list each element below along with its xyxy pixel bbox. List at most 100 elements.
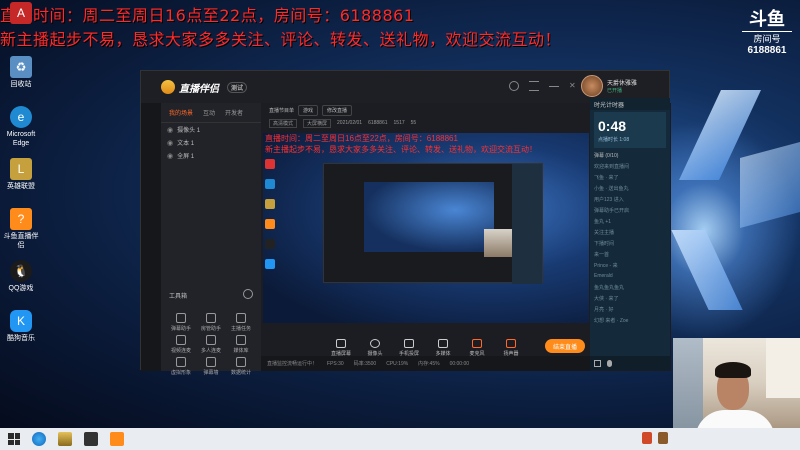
tool-danmu-wall[interactable]: 弹幕墙 bbox=[197, 357, 225, 376]
scene-panel: 我的场景 互动 开发者 ◉ 摄像头 1 ◉ 文本 1 ◉ 全屏 1 工具箱 弹幕助手 … bbox=[161, 103, 261, 376]
desktop-icon-label: Microsoft Edge bbox=[6, 131, 36, 147]
tab-developer[interactable]: 开发者 bbox=[225, 108, 243, 117]
chat-mic-icon[interactable] bbox=[607, 359, 612, 367]
app-name: 直播伴侣 bbox=[179, 83, 219, 95]
chat-message: 来一首 bbox=[594, 252, 610, 258]
nested-webcam bbox=[484, 229, 512, 257]
tool-media[interactable]: 媒体库 bbox=[227, 335, 255, 354]
microphone-button[interactable]: 麦克风 bbox=[466, 339, 488, 357]
chat-message: 飞鱼 · 来了 bbox=[594, 175, 619, 181]
desktop-icon-kugou[interactable]: K 酷狗音乐 bbox=[2, 310, 40, 343]
tool-tasks[interactable]: 主播任务 bbox=[227, 313, 255, 332]
tool-icon bbox=[236, 313, 246, 323]
desktop-icon-acrobat[interactable]: A bbox=[2, 2, 40, 26]
quality-pill[interactable]: 高清模式 bbox=[269, 118, 298, 128]
douyu-taskbar-icon[interactable] bbox=[110, 432, 124, 446]
desktop-icon-qq-game[interactable]: 🐧 QQ游戏 bbox=[2, 260, 40, 293]
layout-pill[interactable]: 大屏横屏 bbox=[303, 118, 332, 128]
tool-video-link[interactable]: 视频连麦 bbox=[167, 335, 195, 354]
chat-message: 月亮 · 好 bbox=[594, 307, 614, 313]
app-taskbar-icon[interactable] bbox=[84, 432, 98, 446]
chat-tabs[interactable]: 弹幕 (0/10) bbox=[590, 150, 670, 162]
fps-readout: FPS:30 bbox=[327, 360, 344, 367]
scene-item[interactable]: ◉ 摄像头 1 bbox=[161, 123, 261, 136]
tool-icon bbox=[206, 357, 216, 367]
preview-desktop-icon bbox=[265, 159, 275, 169]
tool-icon bbox=[206, 335, 216, 345]
minimize-icon[interactable] bbox=[549, 81, 559, 87]
scene-label: 全屏 1 bbox=[177, 154, 195, 160]
toolbox-settings-icon[interactable] bbox=[243, 289, 253, 299]
screen-capture-button[interactable]: 直播屏幕 bbox=[330, 339, 352, 357]
end-live-button[interactable]: 结束直播 bbox=[545, 339, 585, 353]
tab-interact[interactable]: 互动 bbox=[203, 108, 215, 117]
side-strip bbox=[141, 103, 161, 371]
nested-chat bbox=[512, 164, 542, 284]
tab-scenes[interactable]: 我的场景 bbox=[169, 108, 193, 117]
tool-stats[interactable]: 数据统计 bbox=[227, 357, 255, 376]
eye-icon[interactable]: ◉ bbox=[167, 139, 173, 147]
tray-app-icon[interactable] bbox=[658, 432, 668, 444]
chat-settings-icon[interactable] bbox=[594, 359, 601, 367]
nested-window-preview bbox=[323, 163, 543, 284]
viewer-count: 1517 bbox=[393, 120, 405, 126]
chat-message: 鱼丸鱼丸鱼丸 bbox=[594, 285, 625, 291]
tool-room-admin[interactable]: 房管助手 bbox=[197, 313, 225, 332]
chat-message: Prince - 来 bbox=[594, 263, 618, 269]
scene-item[interactable]: ◉ 文本 1 bbox=[161, 136, 261, 149]
edit-live-button[interactable]: 修改直播 bbox=[322, 104, 353, 116]
eye-icon[interactable]: ◉ bbox=[167, 152, 173, 160]
room-id: 6188861 bbox=[368, 120, 388, 126]
status-bar: 直播监控流畅运行中！ FPS:30 码率:3500 CPU:19% 内存:45%… bbox=[261, 356, 591, 371]
edge-taskbar-icon[interactable] bbox=[32, 432, 46, 446]
tool-multi-link[interactable]: 多人连麦 bbox=[197, 335, 225, 354]
beta-badge: 测试 bbox=[227, 81, 248, 93]
lol-taskbar-icon[interactable] bbox=[58, 432, 72, 446]
desktop-icon-douyu-companion[interactable]: ? 斗鱼直播伴侣 bbox=[2, 208, 40, 250]
timer-value: 0:48 bbox=[598, 118, 627, 134]
stream-schedule-text: 直播时间：周二至周日16点至22点，房间号：6188861 bbox=[0, 6, 415, 25]
memory-readout: 内存:45% bbox=[418, 361, 440, 367]
room-number: 6188861 bbox=[747, 45, 787, 56]
scene-item[interactable]: ◉ 全屏 1 bbox=[161, 149, 261, 162]
tray-app-icon[interactable] bbox=[642, 432, 652, 444]
desktop-icon-label: 回收站 bbox=[10, 81, 32, 88]
tool-label: 多人连麦 bbox=[200, 348, 221, 354]
chat-panel: 时光计时器 0:48 点播时长 1:08 弹幕 (0/10) 欢迎来到直播间 飞… bbox=[590, 98, 670, 370]
tool-icon bbox=[236, 357, 246, 367]
preview-schedule-text: 直播时间：周二至周日16点至22点，房间号：6188861 bbox=[265, 134, 458, 143]
windows-start-icon[interactable] bbox=[8, 433, 20, 445]
chat-toolbar bbox=[590, 356, 670, 370]
tool-label: 虚拟形象 bbox=[170, 370, 191, 376]
avatar[interactable] bbox=[581, 75, 603, 97]
timer-widget: 0:48 点播时长 1:08 bbox=[594, 112, 666, 148]
eye-icon[interactable]: ◉ bbox=[167, 126, 173, 134]
phone-cast-button[interactable]: 手机投屏 bbox=[398, 339, 420, 357]
tool-avatar[interactable]: 虚拟形象 bbox=[167, 357, 195, 376]
system-tray bbox=[642, 432, 668, 444]
tool-label: 主播任务 bbox=[230, 326, 251, 332]
edge-icon: e bbox=[10, 106, 32, 128]
speaker-button[interactable]: 扬声器 bbox=[500, 339, 522, 357]
tool-danmu[interactable]: 弹幕助手 bbox=[167, 313, 195, 332]
stream-date: 2021/02/01 bbox=[337, 120, 363, 126]
camera-button[interactable]: 摄像头 bbox=[364, 339, 386, 357]
bitrate-readout: 码率:3500 bbox=[353, 361, 377, 367]
desktop-icon-lol[interactable]: L 英雄联盟 bbox=[2, 158, 40, 191]
desktop-icon-edge[interactable]: e Microsoft Edge bbox=[2, 106, 40, 148]
tool-icon bbox=[176, 313, 186, 323]
kugou-icon: K bbox=[10, 310, 32, 332]
desktop-icon-recycle-bin[interactable]: ♻ 回收站 bbox=[2, 56, 40, 89]
live-preview[interactable]: 直播时间：周二至周日16点至22点，房间号：6188861 新主播起步不易，恳求… bbox=[263, 133, 589, 323]
settings-icon[interactable] bbox=[509, 81, 519, 91]
multimedia-button[interactable]: 多媒体 bbox=[432, 339, 454, 357]
chat-message: 鱼丸 +1 bbox=[594, 219, 612, 225]
speaker-icon bbox=[506, 339, 516, 348]
stream-info-bar: 高清模式 大屏横屏 2021/02/01 6188861 1517 55 bbox=[261, 117, 591, 129]
user-profile[interactable]: 天爵休雅雅 已开播 bbox=[581, 75, 637, 97]
menu-icon[interactable] bbox=[529, 81, 539, 91]
close-icon[interactable]: ✕ bbox=[569, 81, 579, 91]
category-pill[interactable]: 游戏 bbox=[298, 104, 319, 116]
scene-label: 摄像头 1 bbox=[177, 128, 201, 134]
stream-appeal-text: 新主播起步不易，恳求大家多多关注、评论、转发、送礼物，欢迎交流互动！ bbox=[0, 30, 562, 49]
